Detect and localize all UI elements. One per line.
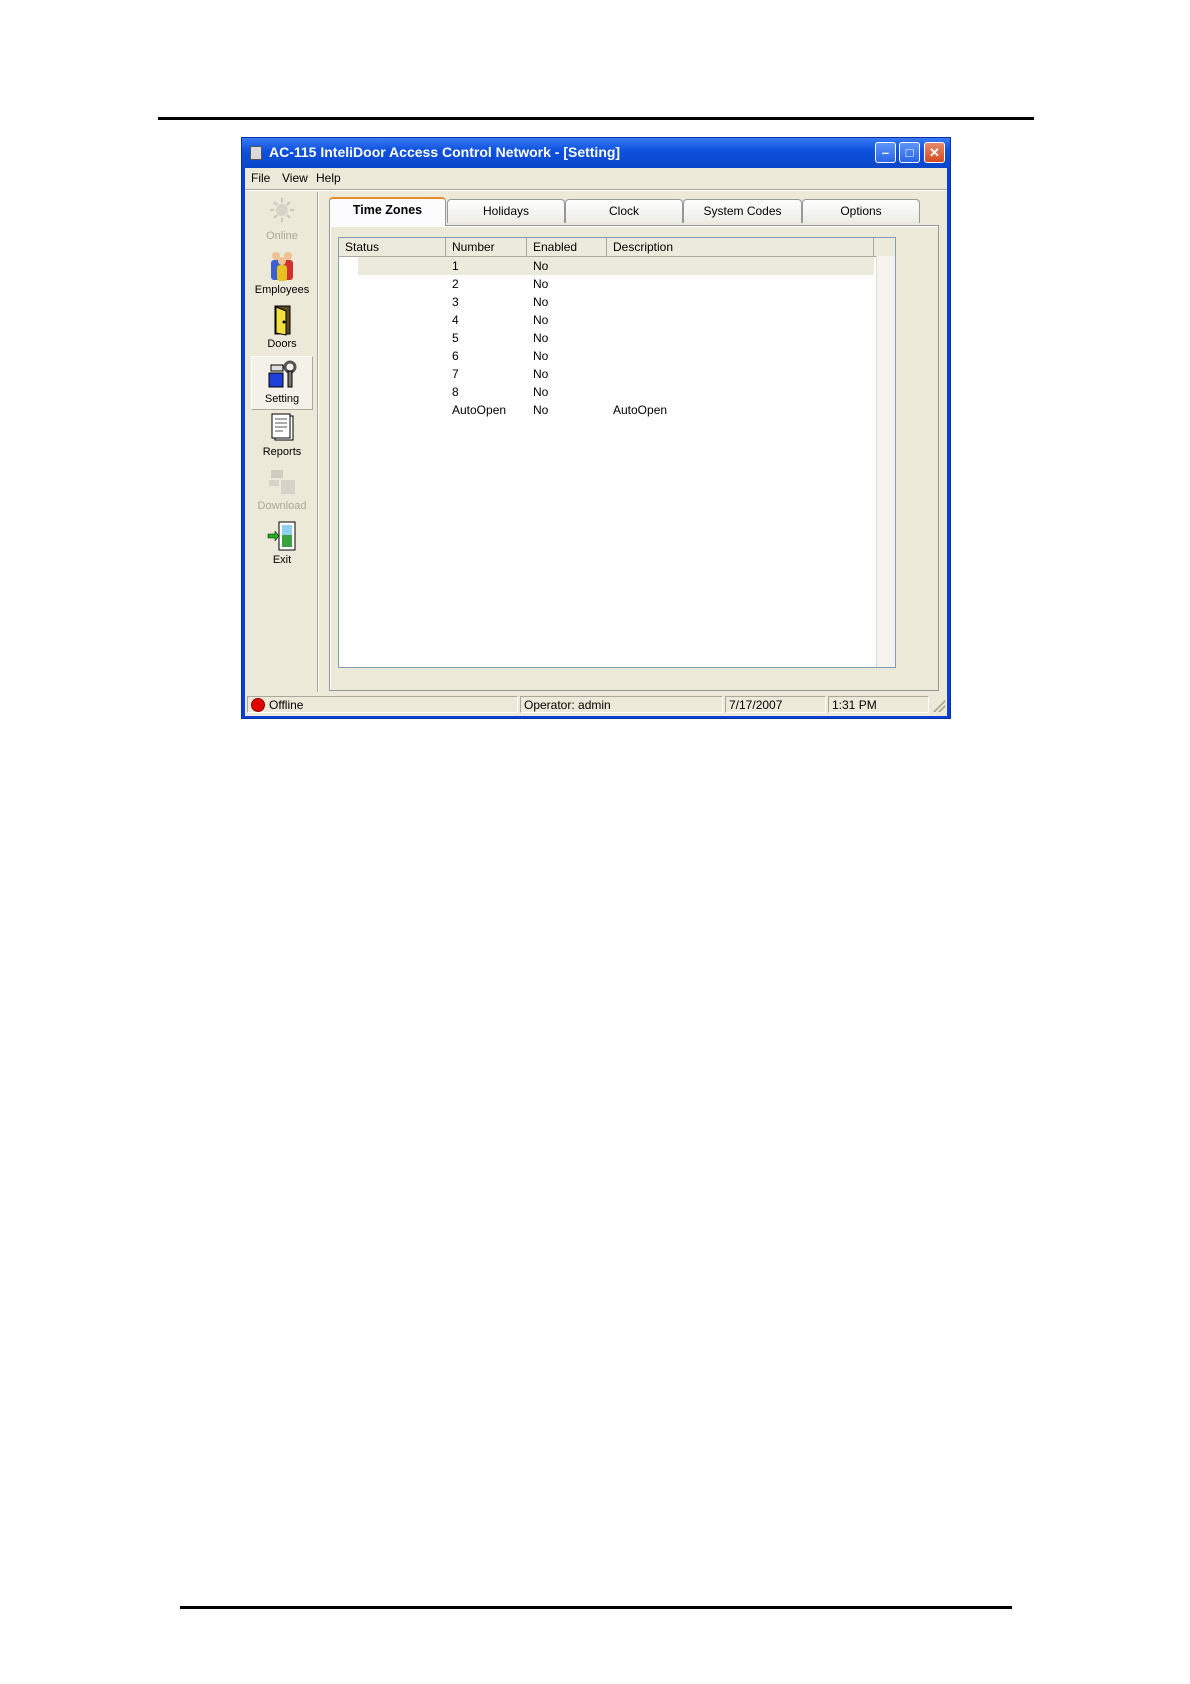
- tab-options[interactable]: Options: [802, 199, 920, 223]
- online-icon: [270, 198, 294, 222]
- cell-enabled: No: [533, 259, 549, 273]
- sidebar-item-setting[interactable]: Setting: [251, 356, 313, 410]
- cell-description: AutoOpen: [613, 403, 668, 417]
- cell-number: 3: [452, 295, 459, 309]
- minimize-icon: –: [881, 145, 890, 160]
- minimize-button[interactable]: –: [875, 142, 896, 163]
- tab-holidays[interactable]: Holidays: [447, 199, 565, 223]
- cell-number: 5: [452, 331, 459, 345]
- status-bar: Offline Operator: admin 7/17/2007 1:31 P…: [245, 694, 947, 714]
- sidebar-item-exit[interactable]: Exit: [251, 518, 313, 572]
- menu-separator: [245, 189, 947, 191]
- cell-enabled: No: [533, 331, 549, 345]
- list-header: Status Number Enabled Description: [339, 238, 895, 257]
- time-zones-list[interactable]: Status Number Enabled Description 1 No 2 No…: [338, 237, 896, 668]
- vertical-scrollbar[interactable]: [876, 256, 895, 667]
- cell-enabled: No: [533, 277, 549, 291]
- cell-number: 4: [452, 313, 459, 327]
- cell-number: 7: [452, 367, 459, 381]
- maximize-button[interactable]: □: [899, 142, 920, 163]
- app-icon: [250, 146, 262, 160]
- table-row[interactable]: 7 No: [339, 365, 895, 383]
- door-icon: [274, 305, 291, 336]
- setting-icon: [268, 360, 297, 388]
- table-row[interactable]: 6 No: [339, 347, 895, 365]
- cell-enabled: No: [533, 403, 549, 417]
- sidebar-label-reports: Reports: [262, 446, 302, 458]
- table-row[interactable]: 4 No: [339, 311, 895, 329]
- employees-icon: [271, 252, 293, 281]
- cell-number: 2: [452, 277, 459, 291]
- list-rows: 1 No 2 No 3 No 4 No 5 No 6 No 7 No 8 No AutoOpen No AutoOp…: [339, 257, 895, 419]
- table-row[interactable]: 3 No: [339, 293, 895, 311]
- cell-number: AutoOpen: [452, 403, 507, 417]
- cell-enabled: No: [533, 295, 549, 309]
- sidebar-label-exit: Exit: [272, 554, 292, 566]
- cell-enabled: No: [533, 349, 549, 363]
- page-bottom-rule: [180, 1606, 1012, 1609]
- sidebar-label-online: Online: [266, 230, 298, 242]
- sidebar-label-doors: Doors: [267, 338, 297, 350]
- close-button[interactable]: ✕: [924, 142, 945, 163]
- sidebar-item-reports[interactable]: Reports: [251, 410, 313, 464]
- table-row[interactable]: 5 No: [339, 329, 895, 347]
- status-time: 1:31 PM: [828, 696, 929, 713]
- sidebar-item-download[interactable]: Download: [251, 464, 313, 518]
- sidebar-item-doors[interactable]: Doors: [251, 302, 313, 356]
- download-icon: [269, 470, 295, 494]
- column-header-number[interactable]: Number: [446, 238, 527, 256]
- sidebar-label-employees: Employees: [254, 284, 310, 296]
- column-header-status[interactable]: Status: [339, 238, 446, 256]
- menu-file[interactable]: File: [251, 171, 270, 185]
- sidebar-item-employees[interactable]: Employees: [251, 248, 313, 302]
- tab-system-codes[interactable]: System Codes: [683, 199, 802, 223]
- tab-time-zones[interactable]: Time Zones: [329, 197, 446, 226]
- menu-view[interactable]: View: [282, 171, 308, 185]
- resize-grip[interactable]: [933, 700, 945, 712]
- reports-icon: [271, 413, 294, 441]
- title-bar[interactable]: AC-115 InteliDoor Access Control Network…: [242, 138, 950, 168]
- offline-status-icon: [251, 698, 265, 712]
- column-header-enabled[interactable]: Enabled: [527, 238, 607, 256]
- status-date: 7/17/2007: [725, 696, 826, 713]
- cell-number: 1: [452, 259, 459, 273]
- cell-number: 6: [452, 349, 459, 363]
- table-row[interactable]: 1 No: [339, 257, 895, 275]
- menu-help[interactable]: Help: [316, 171, 341, 185]
- cell-number: 8: [452, 385, 459, 399]
- tab-clock[interactable]: Clock: [565, 199, 683, 223]
- sidebar-label-download: Download: [257, 500, 307, 512]
- close-icon: ✕: [929, 145, 940, 160]
- sidebar-item-online[interactable]: Online: [251, 194, 313, 248]
- table-row[interactable]: 8 No: [339, 383, 895, 401]
- exit-icon: [267, 521, 296, 551]
- sidebar-label-setting: Setting: [264, 393, 300, 405]
- status-operator: Operator: admin: [520, 696, 723, 713]
- window-title: AC-115 InteliDoor Access Control Network…: [269, 144, 621, 160]
- cell-enabled: No: [533, 385, 549, 399]
- status-connection: Offline: [247, 696, 518, 713]
- page-top-rule: [158, 117, 1034, 120]
- app-window: AC-115 InteliDoor Access Control Network…: [241, 137, 951, 719]
- menu-bar: File View Help: [245, 168, 947, 188]
- row-selection-highlight: [358, 257, 874, 275]
- status-connection-text: Offline: [269, 698, 304, 712]
- window-client: File View Help Online Employees Doors Se…: [245, 168, 947, 716]
- table-row[interactable]: AutoOpen No AutoOpen: [339, 401, 895, 419]
- maximize-icon: □: [905, 145, 914, 160]
- column-header-description[interactable]: Description: [607, 238, 874, 256]
- sidebar: Online Employees Doors Setting Reports D…: [249, 192, 318, 692]
- cell-enabled: No: [533, 313, 549, 327]
- cell-enabled: No: [533, 367, 549, 381]
- table-row[interactable]: 2 No: [339, 275, 895, 293]
